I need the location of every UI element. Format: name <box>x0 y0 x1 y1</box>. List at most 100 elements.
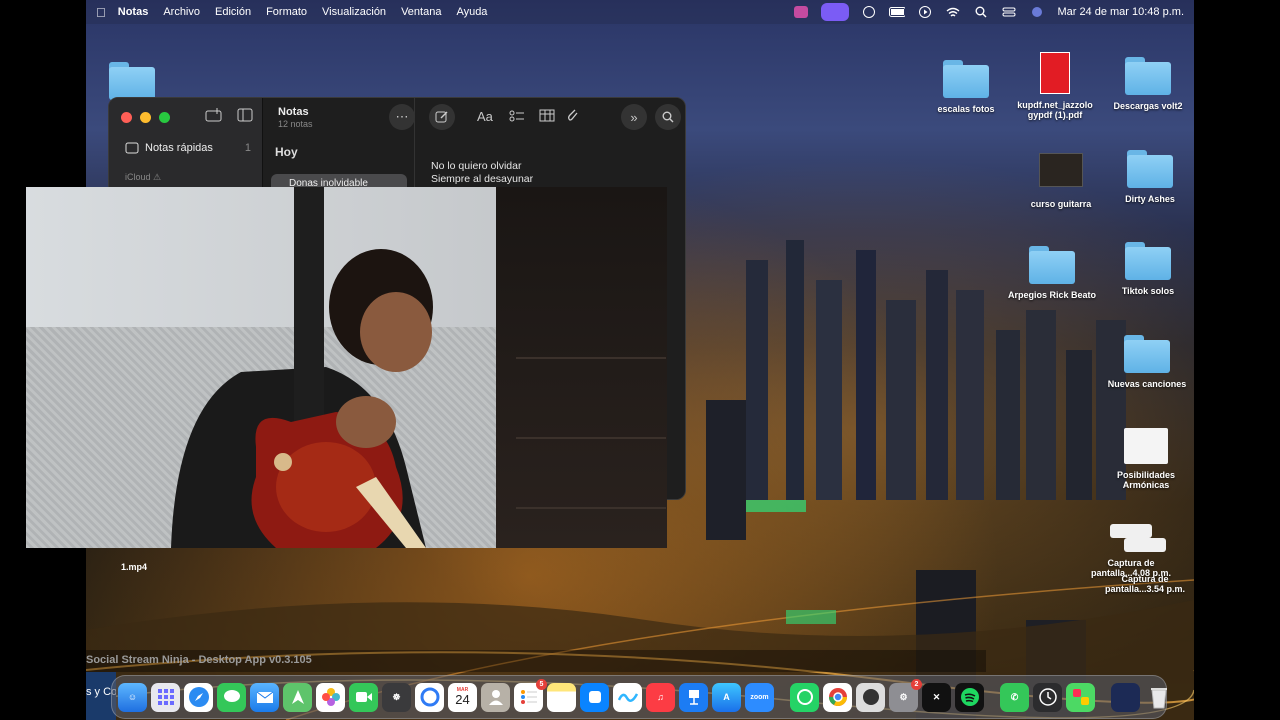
facetime-icon[interactable] <box>349 682 378 712</box>
dock: ☺ ☸ MAR 24 5 ♫ A zoom ⚙ 2 ✕ ✆ <box>111 675 1167 719</box>
menu-ventana[interactable]: Ventana <box>401 6 441 18</box>
desktop-icon-label: Tiktok solos <box>1121 286 1175 296</box>
desktop-icon-label: Captura de pantalla...3.54 p.m. <box>1104 574 1186 594</box>
notes-count: 12 notas <box>278 119 313 129</box>
screen-recording-icon[interactable] <box>821 3 850 21</box>
desktop-icon-posibilidades[interactable]: Posibilidades Armónicas <box>1101 428 1191 490</box>
trash-icon[interactable] <box>1144 683 1173 712</box>
system-settings-icon[interactable]: ⚙ 2 <box>889 678 922 712</box>
more-toolbar-icon[interactable]: » <box>621 104 647 130</box>
spotlight-search-icon[interactable] <box>973 6 989 18</box>
menu-edicion[interactable]: Edición <box>215 6 251 18</box>
screenshot-thumbnail-icon <box>1124 538 1166 552</box>
alien-app-icon[interactable]: ☸ <box>382 682 411 712</box>
folder-icon <box>1125 242 1171 280</box>
close-button[interactable] <box>121 112 132 123</box>
sidebar-toggle-icon[interactable] <box>237 108 253 122</box>
desktop-icon-label: curso guitarra <box>1030 199 1092 209</box>
play-icon[interactable] <box>917 6 933 18</box>
desktop-icon-tiktok-solos[interactable]: Tiktok solos <box>1103 242 1193 296</box>
checklist-icon[interactable] <box>509 109 525 123</box>
phone-icon[interactable]: ✆ <box>1000 682 1029 712</box>
zoom-icon[interactable]: zoom <box>745 682 774 712</box>
control-center-icon[interactable] <box>1001 6 1017 18</box>
icloud-section-header: iCloud ⚠ <box>125 172 161 183</box>
chrome-icon[interactable] <box>823 682 852 712</box>
calendar-icon[interactable]: MAR 24 <box>448 682 477 712</box>
battery-icon[interactable] <box>889 6 906 18</box>
minimized-window-icon[interactable] <box>1111 682 1140 712</box>
menu-bar:  Notas Archivo Edición Formato Visualiz… <box>86 0 1194 24</box>
keynote-icon[interactable] <box>679 682 708 712</box>
app-store-icon[interactable]: A <box>712 682 741 712</box>
wifi-icon[interactable] <box>945 6 961 18</box>
desktop-icon-escalas-fotos[interactable]: escalas fotos <box>921 60 1011 114</box>
desktop-icon-jazz-pdf[interactable]: kupdf.net_jazzolo gypdf (1).pdf <box>1010 52 1100 120</box>
menu-formato[interactable]: Formato <box>266 6 307 18</box>
sidebar-item-notas-rapidas[interactable]: Notas rápidas 1 <box>125 142 251 154</box>
guitarist-figure <box>171 187 433 548</box>
recording-clock-icon[interactable] <box>1033 682 1062 712</box>
table-icon[interactable] <box>539 109 555 122</box>
compose-icon[interactable] <box>429 104 455 130</box>
desktop-icon-dirty-ashes[interactable]: Dirty Ashes <box>1105 150 1195 204</box>
menu-app-name[interactable]: Notas <box>118 6 149 18</box>
new-folder-icon[interactable] <box>205 108 223 122</box>
messages-icon[interactable] <box>217 682 246 712</box>
reminders-icon[interactable]: 5 <box>514 678 547 712</box>
stream-status-icon[interactable] <box>861 6 877 18</box>
more-options-icon[interactable]: ⋯ <box>389 104 415 130</box>
contacts-icon[interactable] <box>481 682 510 712</box>
menu-datetime[interactable]: Mar 24 de mar 10:48 p.m. <box>1057 6 1184 18</box>
minimize-button[interactable] <box>140 112 151 123</box>
desktop-icon-nuevas-canciones[interactable]: Nuevas canciones <box>1102 335 1192 389</box>
whatsapp-icon[interactable] <box>790 682 819 712</box>
menu-archivo[interactable]: Archivo <box>163 6 200 18</box>
social-stream-window-title[interactable]: Social Stream Ninja - Desktop App v0.3.1… <box>86 650 986 672</box>
document-thumbnail-icon <box>1124 428 1168 464</box>
qbittorrent-icon[interactable] <box>415 682 444 712</box>
image-thumbnail-icon <box>1039 153 1083 187</box>
capcut-icon[interactable]: ✕ <box>922 682 951 712</box>
screenshot-thumbnail-icon <box>1110 524 1152 538</box>
zoom-button[interactable] <box>159 112 170 123</box>
mail-icon[interactable] <box>250 682 279 712</box>
status-menus: Mar 24 de mar 10:48 p.m. <box>793 3 1184 21</box>
window-controls <box>121 112 170 123</box>
warning-icon: ⚠ <box>153 172 162 182</box>
freeform-icon[interactable] <box>613 682 642 712</box>
desktop-icon-label: Posibilidades Armónicas <box>1116 470 1176 490</box>
folder-icon <box>943 60 989 98</box>
search-icon[interactable] <box>655 104 681 130</box>
screen-capture-icon[interactable] <box>580 682 609 712</box>
menu-visualizacion[interactable]: Visualización <box>322 6 386 18</box>
desktop-icon-curso-guitarra[interactable]: curso guitarra <box>1016 153 1106 209</box>
desktop-icon-label: Nuevas canciones <box>1107 379 1187 389</box>
grouped-apps-icon[interactable] <box>1066 682 1095 712</box>
safari-icon[interactable] <box>184 682 213 712</box>
siri-icon[interactable] <box>1029 6 1045 18</box>
desktop-icon-descargas-volt2[interactable]: Descargas volt2 <box>1103 57 1193 111</box>
menu-ayuda[interactable]: Ayuda <box>456 6 487 18</box>
obs-icon[interactable] <box>856 682 885 712</box>
maps-icon[interactable] <box>283 682 312 712</box>
launchpad-icon[interactable] <box>151 682 180 712</box>
notes-app-icon[interactable] <box>547 682 576 712</box>
note-line: Siempre al desayunar <box>431 173 534 185</box>
format-text-icon[interactable]: Aa <box>477 109 493 124</box>
desktop-icon-captura-2[interactable]: Captura de pantalla...3.54 p.m. <box>1100 538 1190 594</box>
folder-icon <box>1125 57 1171 95</box>
photos-icon[interactable] <box>316 682 345 712</box>
attachment-icon[interactable] <box>567 109 581 123</box>
desktop-icon-label: kupdf.net_jazzolo gypdf (1).pdf <box>1017 100 1093 120</box>
apple-icon[interactable]:  <box>96 5 106 20</box>
music-icon[interactable]: ♫ <box>646 682 675 712</box>
finder-icon[interactable]: ☺ <box>118 682 147 712</box>
desktop-file-label[interactable]: 1.mp4 <box>121 562 147 572</box>
spotify-icon[interactable] <box>955 682 984 712</box>
app-status-icon[interactable] <box>793 6 809 18</box>
quick-notes-icon <box>125 142 139 154</box>
folder-icon <box>1124 335 1170 373</box>
desktop-icon-arpegios[interactable]: Arpegios Rick Beato <box>1007 246 1097 300</box>
notes-list-title: Notas <box>278 106 309 118</box>
